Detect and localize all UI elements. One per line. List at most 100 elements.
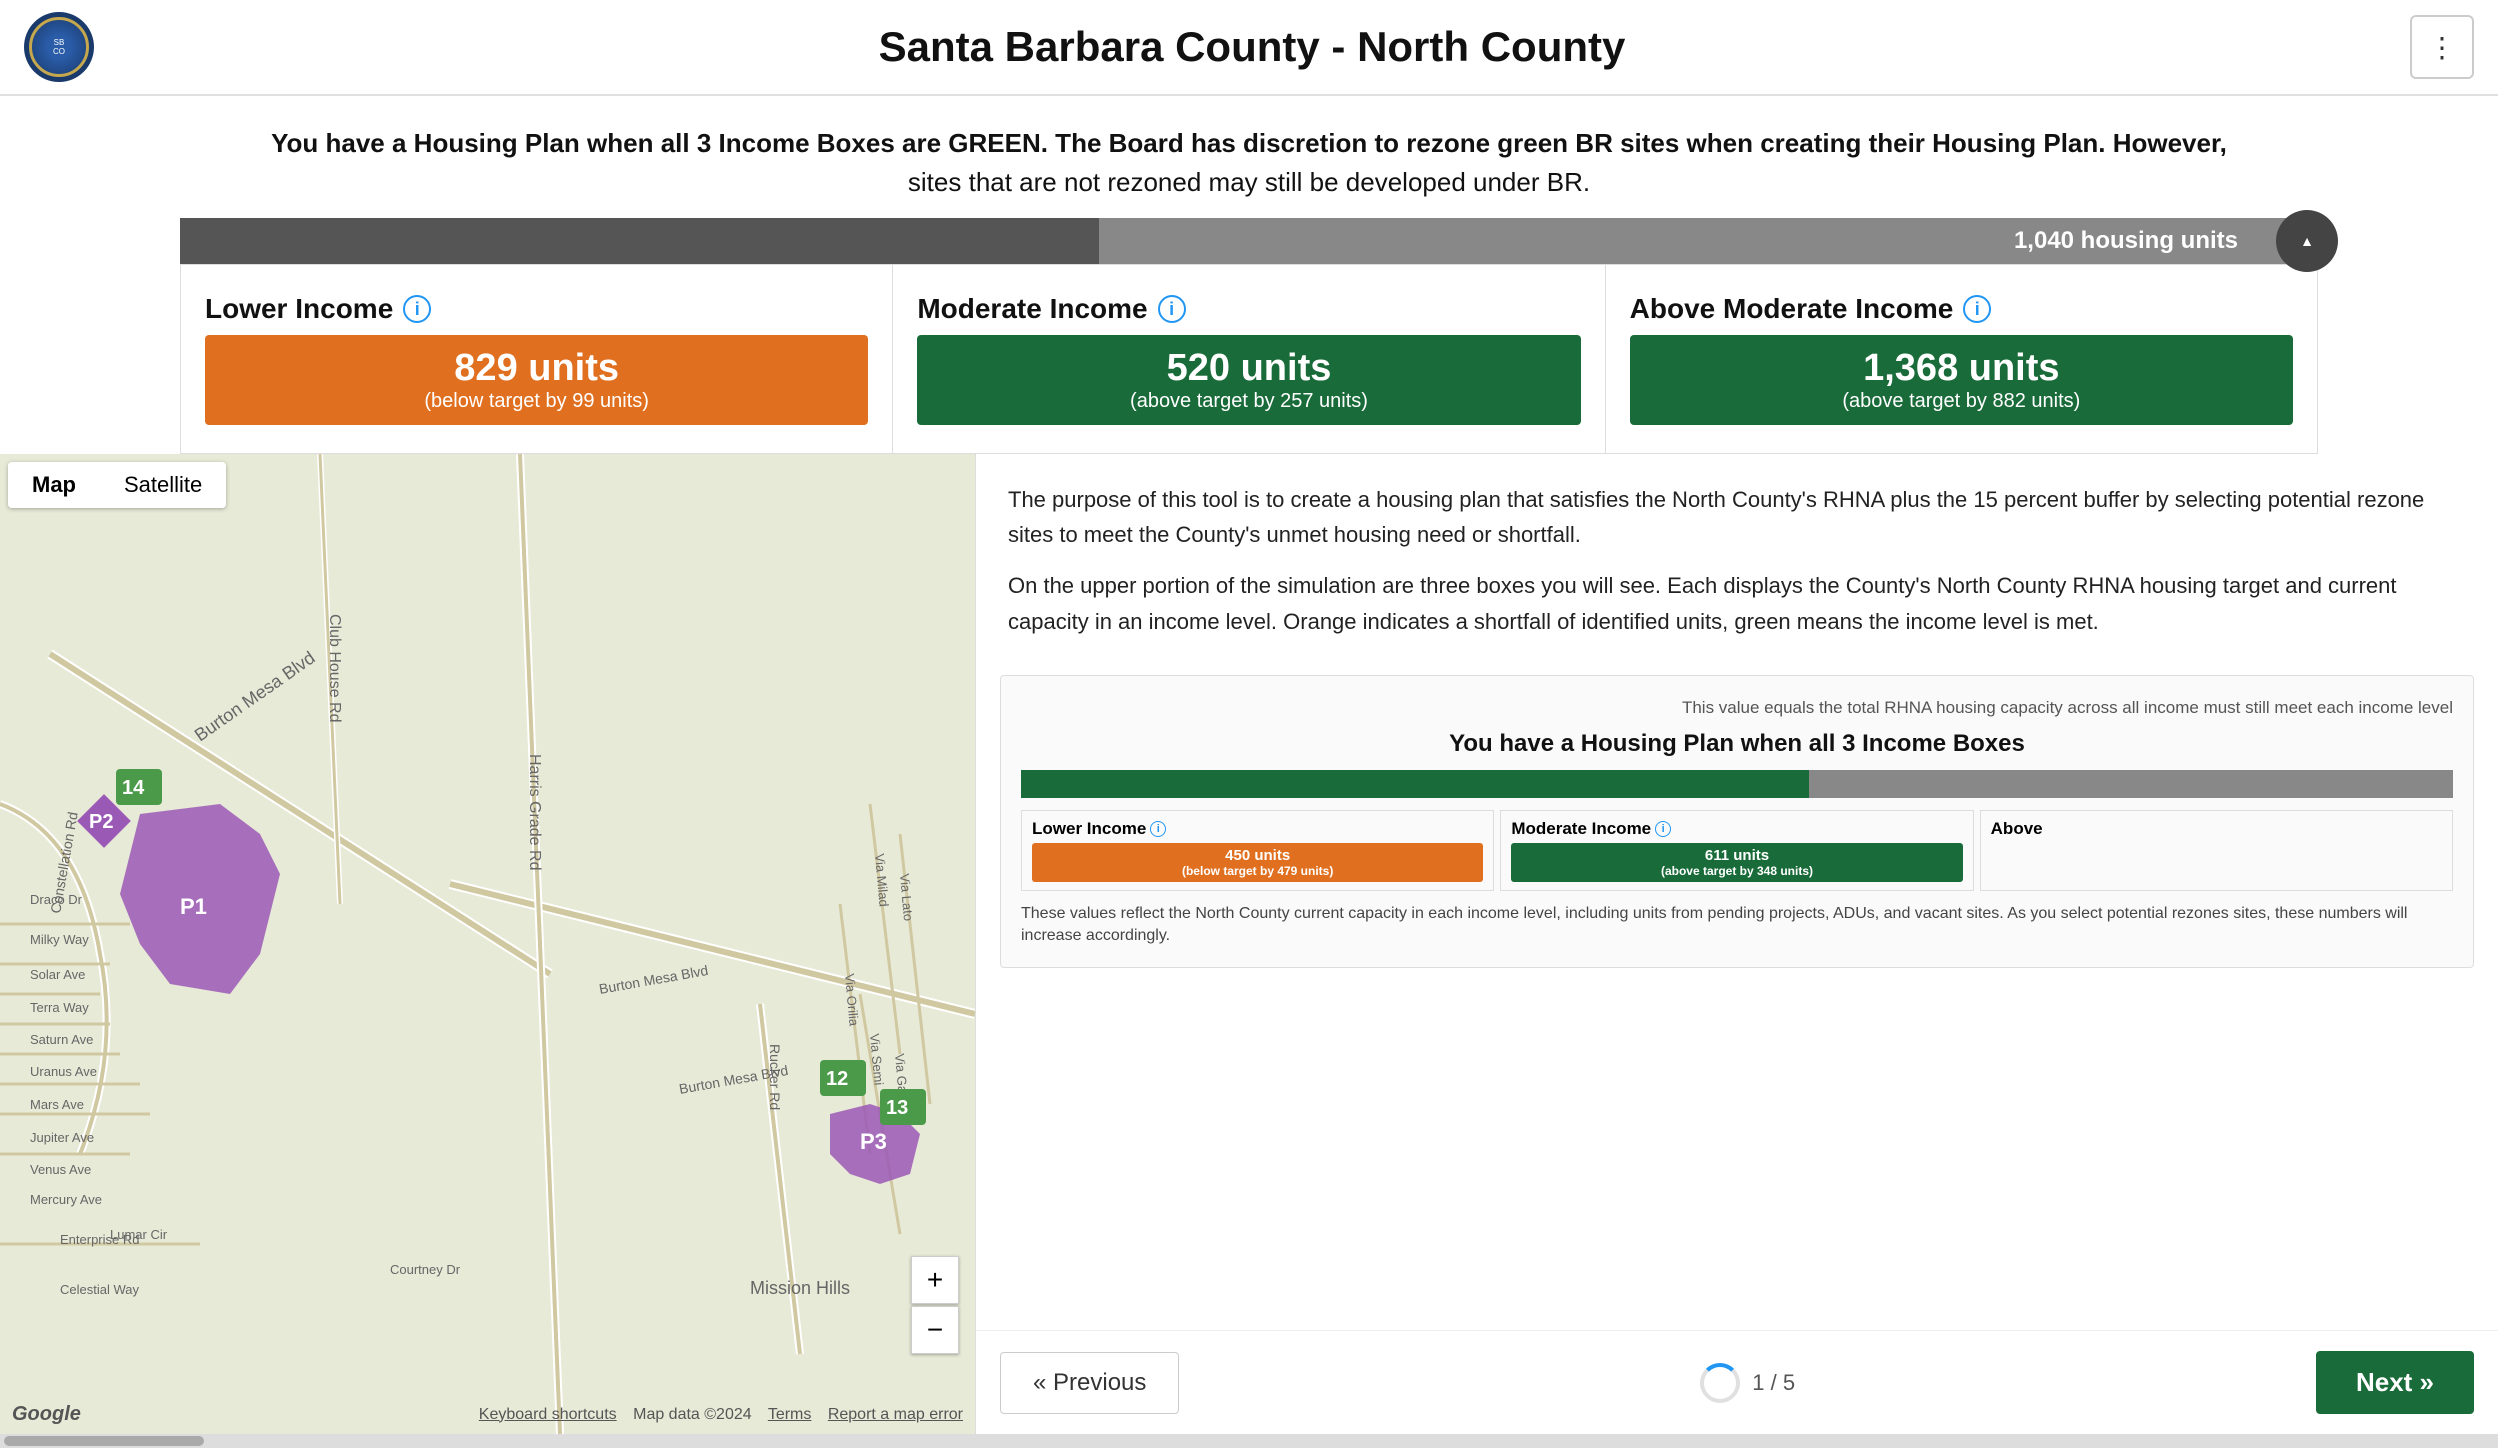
mini-moderate-sub: (above target by 348 units) — [1519, 864, 1954, 878]
mini-above-label: Above — [1991, 819, 2043, 839]
lower-income-sub: (below target by 99 units) — [225, 390, 848, 413]
moderate-income-sub: (above target by 257 units) — [937, 390, 1560, 413]
income-cell-above-moderate: Above Moderate Income i 1,368 units (abo… — [1606, 265, 2317, 453]
above-moderate-income-info-icon[interactable]: i — [1963, 295, 1991, 323]
mini-lower-badge: 450 units (below target by 479 units) — [1032, 843, 1483, 882]
svg-text:Terra Way: Terra Way — [30, 1000, 89, 1015]
tab-map[interactable]: Map — [8, 462, 100, 508]
horizontal-scrollbar[interactable] — [0, 1434, 2498, 1448]
svg-text:P3: P3 — [860, 1129, 887, 1154]
progress-label: 1,040 housing units — [2014, 227, 2238, 255]
progress-bar: 1,040 housing units ▲ — [180, 218, 2318, 264]
svg-text:Mission Hills: Mission Hills — [750, 1278, 850, 1298]
terms-link[interactable]: Terms — [768, 1406, 812, 1423]
svg-text:Lumar Cir: Lumar Cir — [110, 1227, 168, 1242]
mini-moderate-info-icon[interactable]: i — [1655, 821, 1671, 837]
svg-text:Mars Ave: Mars Ave — [30, 1097, 84, 1112]
scrollbar-thumb[interactable] — [4, 1436, 204, 1446]
mini-note: This value equals the total RHNA housing… — [1021, 696, 2453, 720]
map-footer: Google Keyboard shortcuts Map data ©2024… — [0, 1403, 975, 1426]
mini-income-moderate: Moderate Income i 611 units (above targe… — [1500, 810, 1973, 891]
svg-text:13: 13 — [886, 1097, 908, 1119]
svg-text:Solar Ave: Solar Ave — [30, 967, 85, 982]
svg-text:Saturn Ave: Saturn Ave — [30, 1032, 93, 1047]
info-panel: The purpose of this tool is to create a … — [975, 454, 2498, 1434]
mini-moderate-label: Moderate Income — [1511, 819, 1651, 839]
svg-text:Harris Grade Rd: Harris Grade Rd — [526, 754, 543, 870]
info-paragraph-2: On the upper portion of the simulation a… — [1008, 568, 2466, 638]
mini-progress-fill — [1021, 770, 1809, 798]
lower-income-label: Lower Income — [205, 293, 393, 325]
svg-text:Club House Rd: Club House Rd — [326, 614, 343, 723]
progress-fill — [180, 218, 1099, 264]
map-tabs: Map Satellite — [8, 462, 226, 508]
loading-spinner — [1700, 1363, 1740, 1403]
mini-lower-label: Lower Income — [1032, 819, 1146, 839]
svg-text:Celestial Way: Celestial Way — [60, 1282, 139, 1297]
svg-text:Mercury Ave: Mercury Ave — [30, 1192, 102, 1207]
moderate-income-label: Moderate Income — [917, 293, 1147, 325]
map-svg: Burton Mesa Blvd Harris Grade Rd Club Ho… — [0, 454, 975, 1434]
progress-remaining: 1,040 housing units ▲ — [1099, 218, 2318, 264]
page-title: Santa Barbara County - North County — [94, 23, 2410, 71]
svg-text:Milky Way: Milky Way — [30, 932, 89, 947]
previous-button[interactable]: « Previous — [1000, 1352, 1179, 1414]
map-area[interactable]: Map Satellite — [0, 454, 975, 1434]
above-moderate-income-sub: (above target by 882 units) — [1650, 390, 2273, 413]
lower-income-badge: 829 units (below target by 99 units) — [205, 335, 868, 425]
next-button[interactable]: Next » — [2316, 1351, 2474, 1414]
report-link[interactable]: Report a map error — [828, 1406, 963, 1423]
zoom-in-button[interactable]: + — [911, 1256, 959, 1304]
svg-text:14: 14 — [122, 777, 145, 799]
map-controls: + − — [911, 1256, 959, 1354]
svg-text:P1: P1 — [180, 894, 207, 919]
svg-text:Draco Dr: Draco Dr — [30, 892, 83, 907]
mini-lower-info-icon[interactable]: i — [1150, 821, 1166, 837]
svg-text:Courtney Dr: Courtney Dr — [390, 1262, 461, 1277]
menu-button[interactable]: ⋮ — [2410, 15, 2474, 79]
mini-income-lower: Lower Income i 450 units (below target b… — [1021, 810, 1494, 891]
svg-text:P2: P2 — [89, 811, 113, 833]
mini-moderate-badge: 611 units (above target by 348 units) — [1511, 843, 1962, 882]
tab-satellite[interactable]: Satellite — [100, 462, 226, 508]
mini-moderate-units: 611 units — [1519, 847, 1954, 864]
map-data-label: Map data ©2024 — [633, 1406, 752, 1423]
svg-text:Uranus Ave: Uranus Ave — [30, 1064, 97, 1079]
svg-text:Venus Ave: Venus Ave — [30, 1162, 91, 1177]
info-paragraph-1: The purpose of this tool is to create a … — [1008, 482, 2466, 552]
mini-progress-bar — [1021, 770, 2453, 798]
lower-income-units: 829 units — [225, 347, 848, 390]
moderate-income-info-icon[interactable]: i — [1158, 295, 1186, 323]
info-panel-text: The purpose of this tool is to create a … — [976, 454, 2498, 675]
app-header: SBCO Santa Barbara County - North County… — [0, 0, 2498, 96]
above-moderate-income-label: Above Moderate Income — [1630, 293, 1954, 325]
mini-lower-units: 450 units — [1040, 847, 1475, 864]
moderate-income-badge: 520 units (above target by 257 units) — [917, 335, 1580, 425]
income-cell-moderate: Moderate Income i 520 units (above targe… — [893, 265, 1605, 453]
mini-progress-rest — [1809, 770, 2453, 798]
above-moderate-income-badge: 1,368 units (above target by 882 units) — [1630, 335, 2293, 425]
zoom-out-button[interactable]: − — [911, 1306, 959, 1354]
income-cell-lower: Lower Income i 829 units (below target b… — [181, 265, 893, 453]
svg-text:Jupiter Ave: Jupiter Ave — [30, 1130, 94, 1145]
mini-footer-text: These values reflect the North County cu… — [1021, 903, 2453, 948]
progress-marker: ▲ — [2276, 210, 2338, 272]
mini-title: You have a Housing Plan when all 3 Incom… — [1021, 730, 2453, 758]
lower-income-info-icon[interactable]: i — [403, 295, 431, 323]
panel-nav: « Previous 1 / 5 Next » — [976, 1330, 2498, 1434]
mini-income-row: Lower Income i 450 units (below target b… — [1021, 810, 2453, 891]
main-content: Map Satellite — [0, 454, 2498, 1434]
google-logo: Google — [12, 1403, 81, 1426]
svg-text:12: 12 — [826, 1068, 848, 1090]
mini-preview-card: This value equals the total RHNA housing… — [1000, 675, 2474, 969]
above-moderate-income-units: 1,368 units — [1650, 347, 2273, 390]
moderate-income-units: 520 units — [937, 347, 1560, 390]
income-boxes-row: Lower Income i 829 units (below target b… — [180, 264, 2318, 454]
page-indicator: 1 / 5 — [1700, 1363, 1795, 1403]
mini-income-above: Above — [1980, 810, 2453, 891]
keyboard-shortcuts-link[interactable]: Keyboard shortcuts — [479, 1406, 617, 1423]
page-number: 1 / 5 — [1752, 1370, 1795, 1396]
info-banner: You have a Housing Plan when all 3 Incom… — [0, 96, 2498, 218]
mini-lower-sub: (below target by 479 units) — [1040, 864, 1475, 878]
app-logo: SBCO — [24, 12, 94, 82]
